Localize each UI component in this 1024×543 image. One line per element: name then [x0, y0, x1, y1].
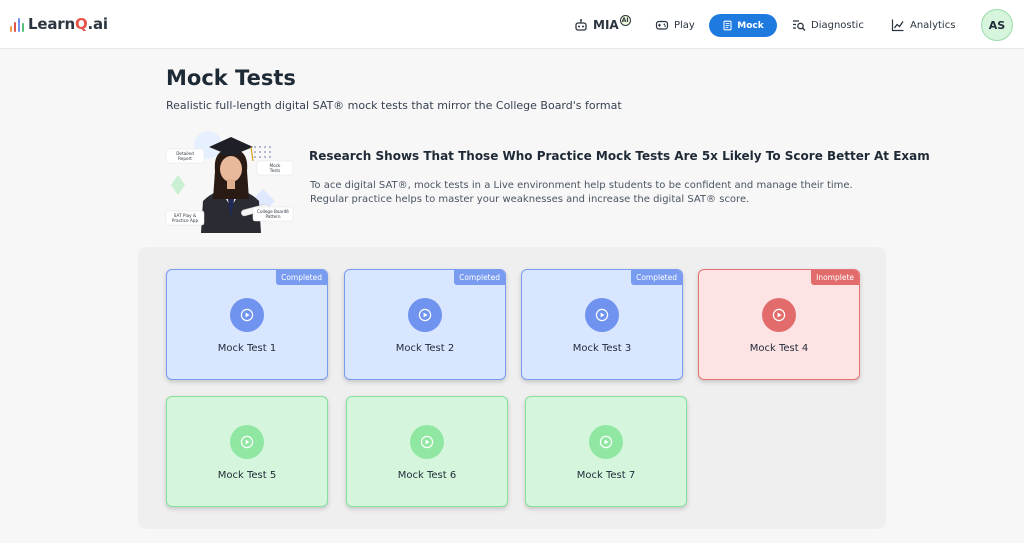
- tag-sat-play-line2: Practice App: [172, 218, 199, 223]
- nav-play[interactable]: Play: [655, 13, 695, 37]
- nav-play-label: Play: [674, 19, 695, 31]
- page-title: Mock Tests: [166, 66, 296, 90]
- search-list-icon: [793, 20, 806, 31]
- nav-mock-active[interactable]: Mock: [709, 14, 777, 37]
- mock-test-card[interactable]: Completed Mock Test 2: [344, 269, 506, 380]
- play-icon[interactable]: [230, 425, 264, 459]
- mock-test-card[interactable]: Mock Test 7: [525, 396, 687, 507]
- mock-test-label: Mock Test 5: [217, 470, 277, 481]
- gamepad-icon: [655, 20, 669, 30]
- top-navbar: LearnQ.ai MIA AI Play Mock Diagnostic An…: [0, 0, 1024, 49]
- nav-analytics[interactable]: Analytics: [891, 13, 955, 37]
- nav-mia-label: MIA: [593, 18, 619, 32]
- status-badge: Completed: [631, 270, 682, 285]
- hero-heading: Research Shows That Those Who Practice M…: [309, 149, 930, 163]
- play-icon[interactable]: [230, 298, 264, 332]
- mock-test-label: Mock Test 6: [397, 470, 457, 481]
- tag-college-board-line2: Pattern: [265, 214, 280, 219]
- mock-test-card[interactable]: Completed Mock Test 1: [166, 269, 328, 380]
- hero-description-line2: Regular practice helps to master your we…: [310, 194, 750, 205]
- play-icon[interactable]: [410, 425, 444, 459]
- user-avatar[interactable]: AS: [981, 9, 1013, 41]
- ai-badge: AI: [619, 14, 631, 26]
- learnq-logo[interactable]: LearnQ.ai: [10, 13, 108, 35]
- logo-bars-icon: [10, 16, 24, 32]
- mock-test-label: Mock Test 2: [395, 343, 455, 354]
- nav-mock-label: Mock: [737, 20, 764, 31]
- play-icon[interactable]: [762, 298, 796, 332]
- status-badge: Completed: [276, 270, 327, 285]
- hero-description: To ace digital SAT®, mock tests in a Liv…: [310, 179, 870, 207]
- mock-test-card[interactable]: Mock Test 6: [346, 396, 508, 507]
- hero-description-line1: To ace digital SAT®, mock tests in a Liv…: [310, 180, 853, 191]
- mock-test-card[interactable]: Completed Mock Test 3: [521, 269, 683, 380]
- robot-icon: [575, 19, 587, 31]
- mock-test-label: Mock Test 7: [576, 470, 636, 481]
- mock-test-label: Mock Test 3: [572, 343, 632, 354]
- mock-test-label: Mock Test 4: [749, 343, 809, 354]
- mock-test-card[interactable]: Mock Test 5: [166, 396, 328, 507]
- student-graduate-illustration: Detailed Report Mock Tests SAT Play & Pr…: [165, 131, 294, 233]
- play-icon[interactable]: [589, 425, 623, 459]
- tag-detailed-report-line2: Report: [178, 156, 192, 161]
- document-icon: [723, 20, 732, 31]
- status-badge: Completed: [454, 270, 505, 285]
- mock-test-card[interactable]: Inomplete Mock Test 4: [698, 269, 860, 380]
- nav-analytics-label: Analytics: [910, 19, 956, 31]
- play-icon[interactable]: [585, 298, 619, 332]
- nav-diagnostic-label: Diagnostic: [811, 19, 864, 31]
- mock-test-label: Mock Test 1: [217, 343, 277, 354]
- page-subtitle: Realistic full-length digital SAT® mock …: [166, 99, 622, 112]
- play-icon[interactable]: [408, 298, 442, 332]
- nav-diagnostic[interactable]: Diagnostic: [792, 13, 864, 37]
- nav-mia[interactable]: MIA AI: [574, 13, 631, 37]
- chart-line-icon: [891, 19, 904, 32]
- logo-text: LearnQ.ai: [28, 15, 108, 33]
- tag-mock-tests-line2: Tests: [269, 168, 280, 173]
- status-badge: Inomplete: [811, 270, 859, 285]
